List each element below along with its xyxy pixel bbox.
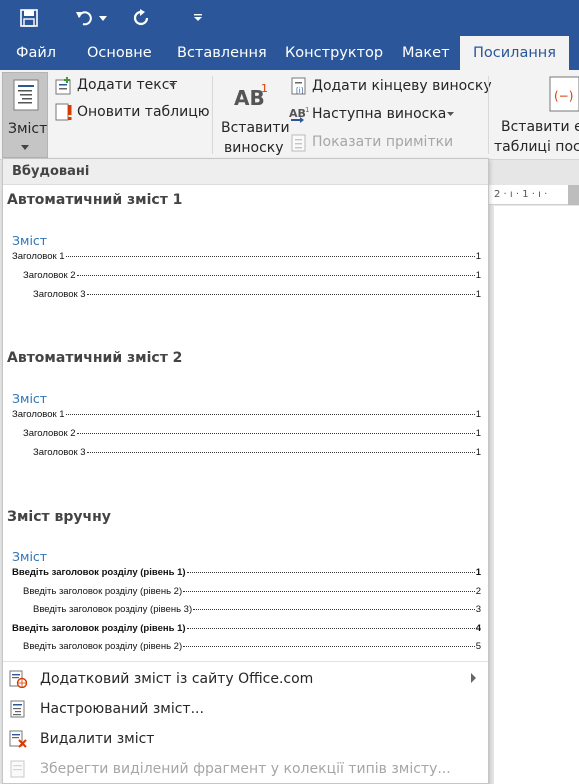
toc-icon	[13, 79, 39, 111]
remove-toc-label: Видалити зміст	[40, 731, 155, 747]
tab-design[interactable]: Конструктор	[285, 36, 383, 70]
ribbon-references: Зміст Додати текст Оновити таблицю AB 1 …	[0, 70, 579, 160]
endnote-icon: [i]	[291, 77, 306, 95]
add-text-dropdown-icon[interactable]	[169, 83, 176, 87]
custom-toc-icon	[10, 700, 25, 718]
tab-file[interactable]: Файл	[16, 36, 56, 70]
save-icon[interactable]	[14, 4, 44, 32]
ribbon-separator	[488, 76, 489, 154]
svg-text:(−): (−)	[554, 89, 573, 103]
customize-qat-icon[interactable]	[183, 4, 213, 32]
show-notes-button: Показати примітки	[312, 134, 454, 150]
tab-insert[interactable]: Вставлення	[177, 36, 267, 70]
toc-preview-line[interactable]: Введіть заголовок розділу (рівень 2) 2	[23, 586, 481, 597]
save-selection-icon	[10, 760, 25, 778]
ribbon-separator	[212, 76, 213, 154]
insert-footnote-label-2: виноску	[224, 140, 284, 156]
insert-citation-label-2[interactable]: таблиці пос	[494, 139, 579, 155]
toc-preview-line[interactable]: Заголовок 11	[12, 409, 481, 420]
remove-toc-icon	[9, 730, 27, 748]
submenu-arrow-icon	[471, 673, 476, 683]
undo-dropdown-icon[interactable]	[96, 4, 110, 32]
update-table-icon	[55, 103, 72, 121]
chevron-down-icon	[21, 145, 29, 150]
insert-endnote-button[interactable]: Додати кінцеву виноску	[312, 78, 492, 94]
gallery-item-title[interactable]: Автоматичний зміст 1	[7, 192, 182, 208]
toc-preview-line[interactable]: Заголовок 31	[33, 289, 481, 300]
gallery-item-title[interactable]: Зміст вручну	[7, 509, 111, 525]
save-selection-label: Зберегти виділений фрагмент у колекції т…	[40, 761, 451, 777]
insert-footnote-label-1: Вставити	[221, 120, 290, 136]
gallery-header: Вбудовані	[3, 159, 488, 185]
next-footnote-dropdown-icon[interactable]	[447, 112, 454, 116]
toc-preview-line[interactable]: Введіть заголовок розділу (рівень 2) 5	[23, 641, 481, 652]
update-table-button[interactable]: Оновити таблицю	[77, 104, 210, 120]
ruler-margin	[568, 185, 579, 205]
tab-layout[interactable]: Макет	[402, 36, 450, 70]
ribbon-tabs: Файл Основне Вставлення Конструктор Маке…	[0, 36, 579, 70]
toc-gallery-dropdown: Вбудовані Автоматичний зміст 1 Зміст Заг…	[2, 158, 489, 784]
tab-references[interactable]: Посилання	[460, 36, 570, 70]
toc-preview-heading[interactable]: Зміст	[12, 549, 47, 564]
toc-preview-line[interactable]: Заголовок 21	[23, 270, 481, 281]
more-toc-office-menu-item[interactable]: Додатковий зміст із сайту Office.com	[3, 664, 488, 694]
custom-toc-label: Настроюваний зміст...	[40, 701, 204, 717]
quick-access-toolbar	[0, 0, 579, 36]
insert-citation-icon: (−)	[549, 76, 579, 112]
svg-text:AB: AB	[289, 107, 306, 120]
save-selection-menu-item: Зберегти виділений фрагмент у колекції т…	[3, 754, 488, 784]
add-text-icon	[55, 77, 71, 95]
more-toc-office-label: Додатковий зміст із сайту Office.com	[40, 671, 314, 687]
toc-preview-heading[interactable]: Зміст	[12, 233, 47, 248]
tab-home[interactable]: Основне	[87, 36, 152, 70]
office-toc-icon	[9, 670, 27, 688]
next-footnote-icon: AB 1	[289, 106, 309, 123]
toc-preview-line[interactable]: Введіть заголовок розділу (рівень 1) 4	[12, 623, 481, 634]
menu-separator	[3, 661, 488, 662]
toc-preview-line[interactable]: Заголовок 11	[12, 251, 481, 262]
custom-toc-menu-item[interactable]: Настроюваний зміст...	[3, 694, 488, 724]
document-page[interactable]	[494, 206, 579, 784]
insert-citation-label-1[interactable]: Вставити ел	[501, 119, 579, 135]
redo-icon[interactable]	[126, 4, 156, 32]
toc-preview-heading[interactable]: Зміст	[12, 391, 47, 406]
svg-text:1: 1	[261, 82, 268, 95]
toc-preview-line[interactable]: Заголовок 31	[33, 447, 481, 458]
horizontal-ruler: 2 · ı · 1 · ı ·	[488, 185, 579, 205]
toc-button[interactable]: Зміст	[2, 72, 48, 158]
add-text-button[interactable]: Додати текст	[77, 77, 178, 93]
remove-toc-menu-item[interactable]: Видалити зміст	[3, 724, 488, 754]
insert-footnote-button[interactable]: AB 1 Вставити виноску	[218, 72, 290, 158]
svg-text:1: 1	[305, 106, 309, 114]
svg-text:[i]: [i]	[296, 87, 304, 95]
toc-preview-line[interactable]: Введіть заголовок розділу (рівень 3) 3	[33, 604, 481, 615]
next-footnote-button[interactable]: Наступна виноска	[312, 106, 446, 122]
gallery-item-title[interactable]: Автоматичний зміст 2	[7, 350, 182, 366]
footnote-icon: AB 1	[234, 82, 268, 110]
show-notes-icon	[291, 134, 306, 152]
toc-preview-line[interactable]: Заголовок 21	[23, 428, 481, 439]
toc-button-label: Зміст	[8, 121, 48, 137]
toc-preview-line[interactable]: Введіть заголовок розділу (рівень 1) 1	[12, 567, 481, 578]
